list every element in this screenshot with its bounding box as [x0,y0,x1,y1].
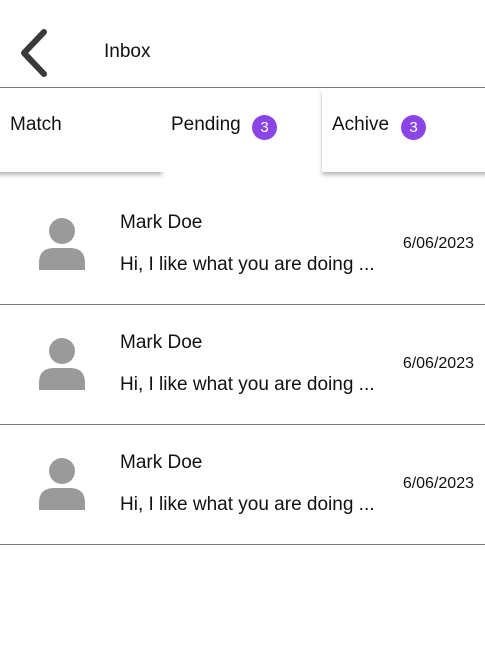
message-preview: Hi, I like what you are doing ... [120,374,375,395]
message-row[interactable]: Mark Doe Hi, I like what you are doing .… [0,185,485,305]
pending-count-badge: 3 [252,115,277,140]
tab-match-label: Match [10,114,62,135]
header-bar: Inbox [0,0,485,88]
message-date: 6/06/2023 [402,475,474,492]
user-avatar-icon [39,338,85,390]
message-preview: Hi, I like what you are doing ... [120,254,375,275]
message-preview: Hi, I like what you are doing ... [120,494,375,515]
message-date: 6/06/2023 [402,355,474,372]
back-button[interactable] [14,26,54,80]
achive-count-badge: 3 [401,115,426,140]
sender-name: Mark Doe [120,332,203,353]
chevron-left-icon [21,29,47,77]
page-title: Inbox [104,41,151,62]
message-row[interactable]: Mark Doe Hi, I like what you are doing .… [0,425,485,545]
sender-name: Mark Doe [120,452,203,473]
user-avatar-icon [39,458,85,510]
tab-achive-label: Achive [332,114,390,135]
tab-pending[interactable]: Pending 3 [162,89,322,172]
message-row[interactable]: Mark Doe Hi, I like what you are doing .… [0,305,485,425]
tab-pending-label: Pending [171,114,241,135]
message-date: 6/06/2023 [402,235,474,252]
user-avatar-icon [39,218,85,270]
tab-achive[interactable]: Achive 3 [322,89,485,172]
sender-name: Mark Doe [120,212,203,233]
tab-match[interactable]: Match [0,89,162,172]
message-list: Mark Doe Hi, I like what you are doing .… [0,185,485,545]
tab-bar: Match Pending 3 Achive 3 [0,89,485,173]
